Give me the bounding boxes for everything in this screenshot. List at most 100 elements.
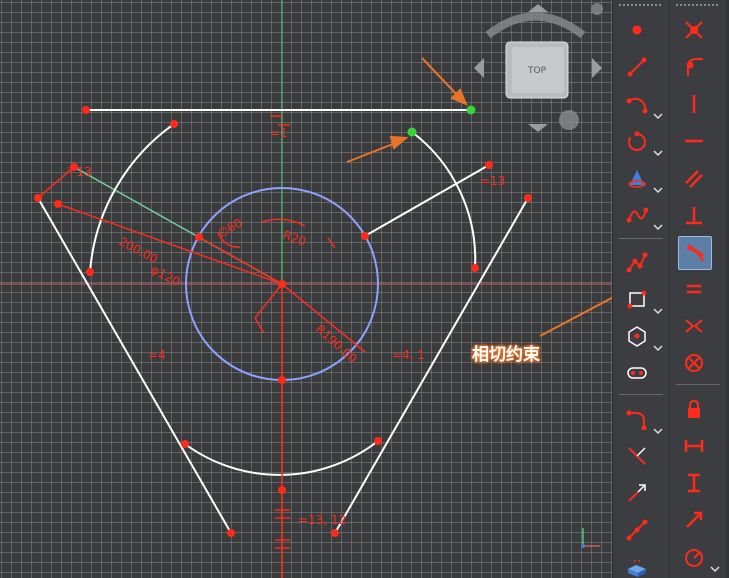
- polygon-tool-icon: [628, 326, 646, 347]
- annotation-label: 相切约束: [472, 345, 540, 365]
- circle-tool-button[interactable]: [621, 125, 653, 157]
- fillet-tool-button[interactable]: [621, 403, 653, 435]
- symmetric-constraint-icon: [685, 319, 703, 333]
- label-tangent[interactable]: ⊤13: [66, 165, 92, 179]
- conic-tool-button[interactable]: [621, 162, 653, 194]
- perpendicular-constraint-button[interactable]: [678, 199, 710, 231]
- navcube-face-label[interactable]: TOP: [527, 66, 547, 76]
- distance-constraint-icon: [686, 511, 703, 528]
- label-eq-top[interactable]: =1: [270, 126, 288, 140]
- dim-angle-left[interactable]: φ120: [149, 262, 183, 289]
- bspline-tool-dropdown[interactable]: [653, 223, 663, 231]
- extend-tool-icon: [628, 484, 646, 502]
- label-eq-right[interactable]: =13: [480, 174, 505, 188]
- chevron-down-icon: [653, 187, 663, 194]
- selected-point[interactable]: [466, 105, 476, 115]
- equal-constraint-button[interactable]: [678, 273, 710, 305]
- polygon-tool-dropdown[interactable]: [653, 344, 663, 352]
- chevron-down-icon: [653, 224, 663, 231]
- lock-constraint-button[interactable]: [678, 393, 710, 425]
- tangent-constraint-icon: [686, 244, 705, 262]
- parallel-constraint-icon: [685, 170, 703, 188]
- vertical-constraint-icon: [692, 95, 696, 113]
- label-eq-bottom[interactable]: =13, 12: [298, 513, 346, 527]
- vertical-distance-constraint-button[interactable]: [678, 467, 710, 499]
- toolbar-separator: [619, 238, 663, 239]
- sketch-geometry[interactable]: [37, 109, 529, 534]
- toolbar-grip[interactable]: [619, 4, 661, 10]
- parallel-constraint-button[interactable]: [678, 162, 710, 194]
- block-constraint-button[interactable]: [678, 347, 710, 379]
- bspline-tool-button[interactable]: [621, 199, 653, 231]
- horizontal-constraint-icon: [685, 139, 703, 143]
- extend-tool-button[interactable]: [621, 477, 653, 509]
- perpendicular-constraint-icon: [686, 207, 702, 225]
- conic-tool-icon: [628, 170, 646, 188]
- point-tool-button[interactable]: [621, 14, 653, 46]
- annotation-arrows: [346, 57, 612, 337]
- slot-tool-icon: [627, 367, 647, 379]
- inner-line[interactable]: [364, 164, 490, 237]
- sketcher-window: =1 =13 =4 =4, 1 =13, 12 ⊤13 ∅60 R20 200.…: [0, 0, 729, 578]
- label-eq-mid[interactable]: =4, 1: [392, 348, 425, 362]
- horizontal-distance-constraint-icon: [684, 440, 704, 452]
- polygon-tool-button[interactable]: [621, 320, 653, 352]
- point-on-object-constraint-button[interactable]: [678, 51, 710, 83]
- dim-radius-a[interactable]: ∅60: [216, 216, 245, 241]
- vertical-distance-constraint-icon: [688, 473, 700, 493]
- chevron-down-icon: [653, 113, 663, 120]
- point-on-object-constraint-icon: [686, 58, 703, 76]
- selected-point[interactable]: [407, 127, 417, 137]
- vertical-constraint-button[interactable]: [678, 88, 710, 120]
- chevron-down-icon: [653, 345, 663, 352]
- label-eq-left[interactable]: =4: [148, 348, 166, 362]
- coincident-constraint-button[interactable]: [678, 14, 710, 46]
- polyline-tool-button[interactable]: [621, 246, 653, 278]
- circle-tool-dropdown[interactable]: [653, 149, 663, 157]
- slot-tool-button[interactable]: [621, 357, 653, 389]
- symmetric-constraint-button[interactable]: [678, 310, 710, 342]
- chevron-down-icon: [710, 566, 720, 573]
- right-arc[interactable]: [411, 131, 477, 269]
- tangent-constraint-button[interactable]: [678, 236, 712, 270]
- chevron-down-icon: [653, 308, 663, 315]
- dimension-lines[interactable]: [37, 115, 366, 578]
- rectangle-tool-dropdown[interactable]: [653, 307, 663, 315]
- rectangle-tool-button[interactable]: [621, 283, 653, 315]
- line-tool-button[interactable]: [621, 51, 653, 83]
- line-tool-icon: [627, 57, 647, 77]
- fillet-tool-dropdown[interactable]: [653, 427, 663, 435]
- trim-tool-button[interactable]: [621, 440, 653, 472]
- dim-radius-b[interactable]: R20: [281, 228, 308, 249]
- arc-tool-dropdown[interactable]: [653, 112, 663, 120]
- carbon-copy-tool-button[interactable]: [621, 550, 653, 578]
- sketcher-geometry-toolbar: [612, 0, 669, 578]
- external-geometry-tool-icon: [626, 519, 648, 541]
- lock-constraint-icon: [688, 399, 700, 418]
- toolbar-grip[interactable]: [676, 4, 718, 10]
- sketch-viewport[interactable]: =1 =13 =4 =4, 1 =13, 12 ⊤13 ∅60 R20 200.…: [0, 0, 612, 578]
- radius-constraint-button[interactable]: [678, 541, 710, 573]
- horizontal-distance-constraint-button[interactable]: [678, 430, 710, 462]
- sketcher-constraints-toolbar: [670, 0, 726, 578]
- axis-triad-icon: [581, 528, 600, 548]
- toolbar-separator: [676, 384, 720, 385]
- radius-constraint-dropdown[interactable]: [710, 565, 720, 573]
- external-geometry-tool-button[interactable]: [621, 514, 653, 546]
- circle-tool-icon: [628, 131, 646, 151]
- point-tool-icon: [632, 25, 642, 35]
- toolbar-separator: [619, 394, 663, 395]
- polyline-tool-icon: [626, 252, 648, 273]
- distance-constraint-button[interactable]: [678, 504, 710, 536]
- carbon-copy-tool-icon: [628, 560, 646, 577]
- coincident-constraint-icon: [685, 21, 703, 39]
- block-constraint-icon: [685, 354, 703, 372]
- dim-distance-left[interactable]: 200.00: [117, 234, 161, 266]
- navigation-cube[interactable]: TOP: [474, 3, 603, 132]
- arc-tool-button[interactable]: [621, 88, 653, 120]
- sketch-canvas[interactable]: =1 =13 =4 =4, 1 =13, 12 ⊤13 ∅60 R20 200.…: [0, 0, 612, 578]
- right-slant-line[interactable]: [334, 197, 529, 534]
- arc-tool-icon: [626, 97, 648, 114]
- horizontal-constraint-button[interactable]: [678, 125, 710, 157]
- conic-tool-dropdown[interactable]: [653, 186, 663, 194]
